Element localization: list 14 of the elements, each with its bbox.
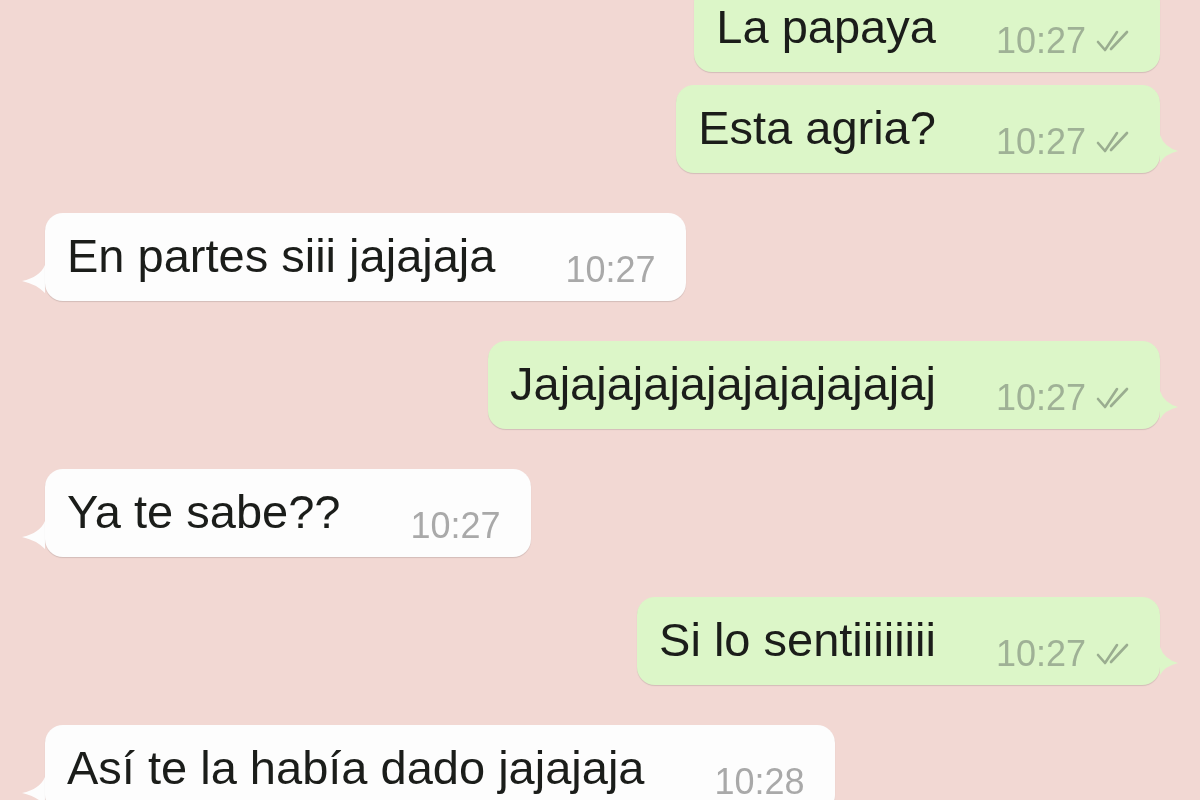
message-text: Así te la había dado jajajaja xyxy=(67,740,645,795)
message-text: Jajajajajajajajajajajaj xyxy=(510,356,936,411)
message-text: Esta agria? xyxy=(698,100,936,155)
message-time: 10:27 xyxy=(995,636,1086,672)
message-time: 10:28 xyxy=(714,764,805,800)
message-time: 10:27 xyxy=(995,23,1086,59)
message-text: En partes siii jajajaja xyxy=(67,228,496,283)
message-time: 10:27 xyxy=(565,252,656,288)
message-text: La papaya xyxy=(716,0,936,54)
message-time: 10:27 xyxy=(410,508,501,544)
message-text: Si lo sentiiiiiiii xyxy=(659,612,936,667)
message-time: 10:27 xyxy=(995,380,1086,416)
message-text: Ya te sabe?? xyxy=(67,484,341,539)
message-time: 10:27 xyxy=(995,124,1086,160)
